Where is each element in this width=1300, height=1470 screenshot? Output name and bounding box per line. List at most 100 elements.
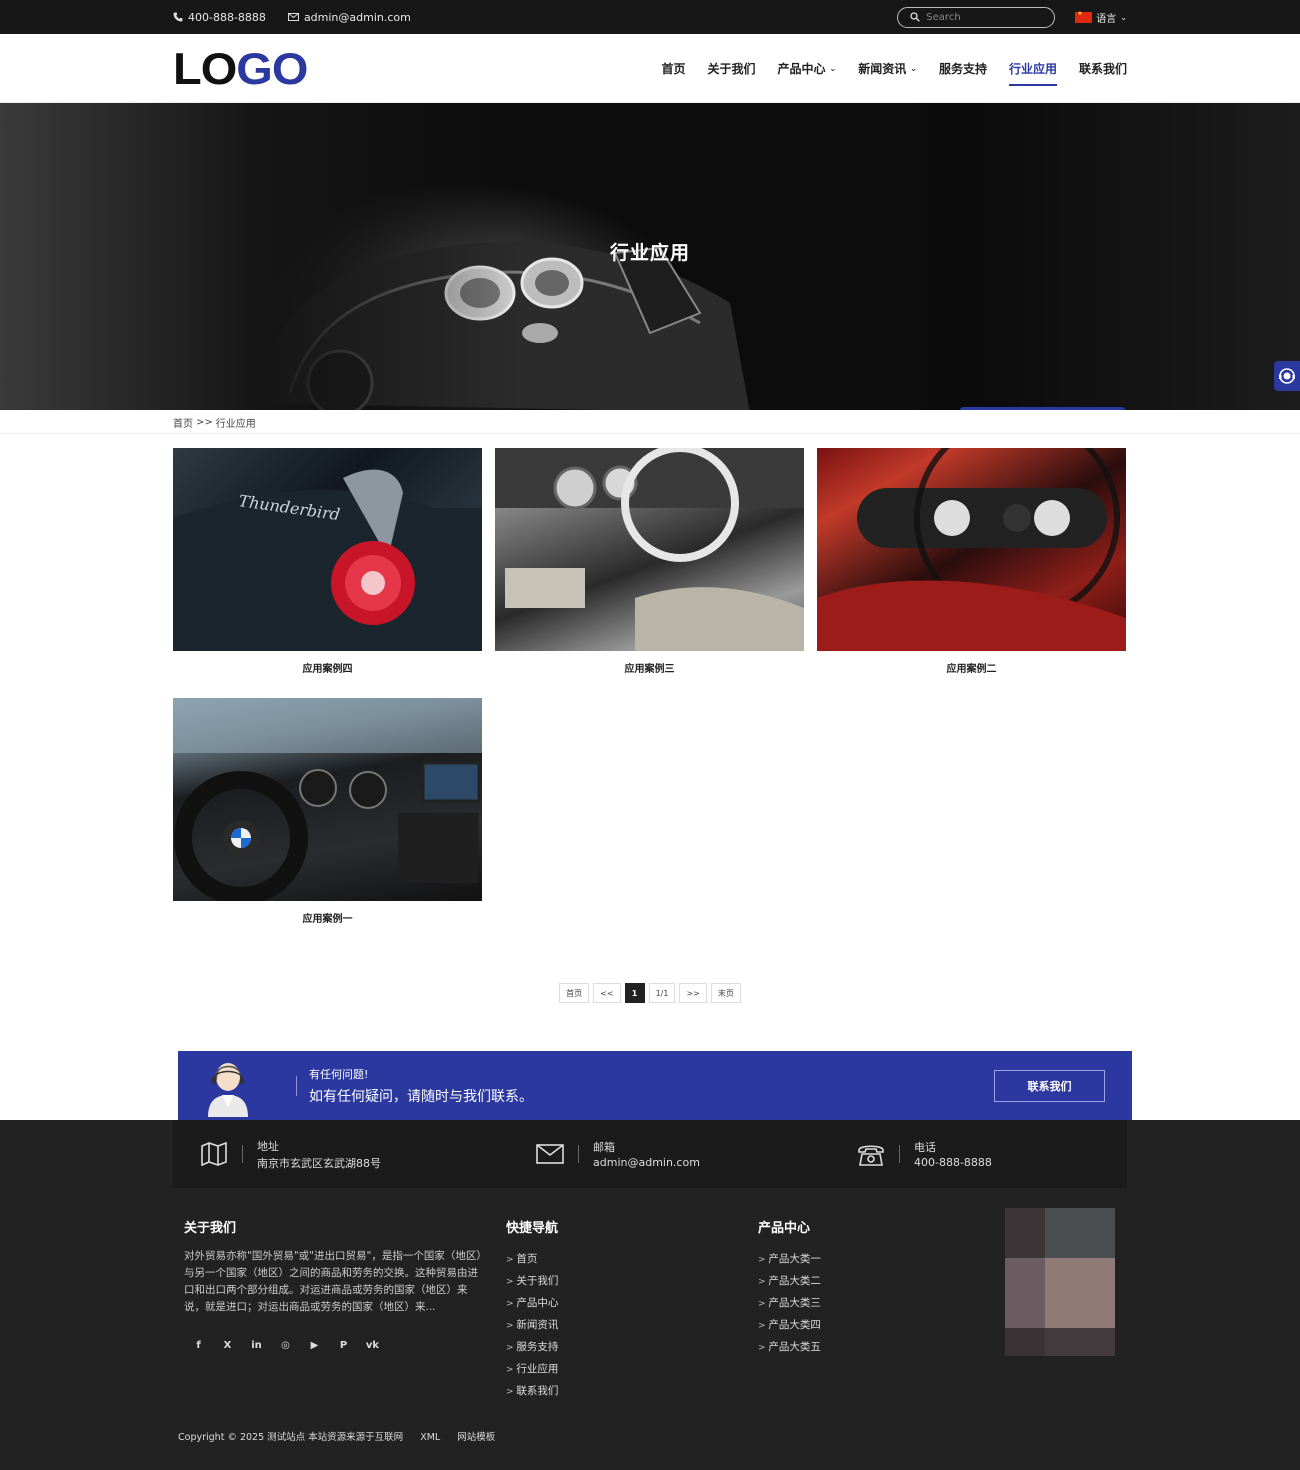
page-next[interactable]: >> <box>679 983 707 1003</box>
nav-item-support[interactable]: 服务支持 <box>939 34 987 103</box>
cta-message: 如有任何疑问，请随时与我们联系。 <box>309 1088 533 1105</box>
page-current[interactable]: 1 <box>624 983 645 1003</box>
page-last[interactable]: 末页 <box>710 983 741 1003</box>
case-title[interactable]: 应用案例二 <box>817 651 1126 683</box>
info-divider <box>899 1145 900 1163</box>
page-banner: 行业应用 <box>0 103 1300 410</box>
case-image[interactable] <box>495 448 804 651</box>
footer-about: 关于我们 对外贸易亦称"国外贸易"或"进出口贸易"，是指一个国家（地区）与另一个… <box>184 1217 484 1351</box>
address-value: 南京市玄武区玄武湖88号 <box>257 1156 381 1170</box>
phone-icon <box>173 12 183 22</box>
chevron-down-icon: ⌄ <box>910 64 917 73</box>
search-placeholder: Search <box>926 11 961 23</box>
nav-label: 首页 <box>661 62 686 76</box>
logo-text-right: GO <box>236 43 308 94</box>
footer-product-link[interactable]: 产品大类三 <box>758 1292 821 1314</box>
search-input[interactable]: Search <box>897 6 1056 28</box>
language-switcher[interactable]: 语言 ⌄ <box>1075 10 1127 25</box>
footer-product-link[interactable]: 产品大类二 <box>758 1270 821 1292</box>
site-footer: 地址 南京市玄武区玄武湖88号 邮箱 admin@admin.com 电话 40… <box>0 1120 1300 1470</box>
nav-label: 行业应用 <box>1008 62 1057 76</box>
nav-item-industry[interactable]: 行业应用 <box>1008 34 1057 103</box>
footer-quick-title: 快捷导航 <box>506 1221 559 1236</box>
breadcrumb: 首页 >> 行业应用 <box>0 410 1300 434</box>
nav-label: 联系我们 <box>1078 62 1127 76</box>
pagination: 首页 << 1 1/1 >> 末页 <box>173 983 1127 1003</box>
chevron-down-icon: ⌄ <box>1120 12 1127 22</box>
mail-icon <box>287 13 299 21</box>
online-service-button[interactable] <box>1274 361 1300 391</box>
case-image[interactable]: Thunderbird <box>173 448 482 651</box>
copyright-text: Copyright © 2025 测试站点 本站资源来源于互联网 <box>178 1432 404 1443</box>
topbar-email-text: admin@admin.com <box>303 10 411 24</box>
nav-item-contact[interactable]: 联系我们 <box>1079 34 1127 103</box>
footer-link-home[interactable]: 首页 <box>506 1248 558 1270</box>
footer-contact-bar: 地址 南京市玄武区玄武湖88号 邮箱 admin@admin.com 电话 40… <box>173 1120 1127 1188</box>
pinterest-icon[interactable]: P <box>329 1340 358 1351</box>
contact-us-button[interactable]: 联系我们 <box>994 1069 1105 1102</box>
cta-question: 有任何问题! <box>309 1067 369 1081</box>
bmw-interior-photo <box>173 698 482 901</box>
case-card[interactable]: 应用案例三 <box>495 448 804 683</box>
footer-about-text: 对外贸易亦称"国外贸易"或"进出口贸易"，是指一个国家（地区）与另一个国家（地区… <box>184 1250 482 1313</box>
nav-item-products[interactable]: 产品中心 ⌄ <box>778 34 837 103</box>
linkedin-icon[interactable]: in <box>242 1340 271 1351</box>
footer-link-news[interactable]: 新闻资讯 <box>506 1314 558 1336</box>
case-title[interactable]: 应用案例三 <box>495 651 804 683</box>
footer-quick-nav: 快捷导航 首页 关于我们 产品中心 新闻资讯 服务支持 行业应用 联系我们 <box>506 1217 558 1402</box>
info-divider <box>578 1145 579 1163</box>
footer-product-link[interactable]: 产品大类五 <box>758 1336 821 1358</box>
case-grid: Thunderbird 应用案例四 应用案例三 应用案例二 应用案例一 <box>173 448 1127 933</box>
footer-columns: 关于我们 对外贸易亦称"国外贸易"或"进出口贸易"，是指一个国家（地区）与另一个… <box>173 1188 1127 1418</box>
footer-phone: 电话 400-888-8888 <box>809 1139 1127 1169</box>
qr-code-image <box>1005 1208 1115 1356</box>
case-card[interactable]: 应用案例二 <box>817 448 1126 683</box>
cta-text: 有任何问题! 如有任何疑问，请随时与我们联系。 <box>309 1066 533 1106</box>
nav-item-home[interactable]: 首页 <box>661 34 685 103</box>
mail-icon <box>536 1144 564 1164</box>
nav-label: 关于我们 <box>707 62 756 76</box>
email-label: 邮箱 <box>593 1141 615 1154</box>
page-first[interactable]: 首页 <box>559 983 590 1003</box>
xml-link[interactable]: XML <box>420 1432 440 1443</box>
address-label: 地址 <box>257 1139 279 1153</box>
template-link[interactable]: 网站模板 <box>457 1432 495 1443</box>
footer-link-support[interactable]: 服务支持 <box>506 1336 558 1358</box>
case-title[interactable]: 应用案例一 <box>173 901 482 933</box>
case-card[interactable]: 应用案例一 <box>173 698 482 933</box>
site-header: LOGO 首页 关于我们 产品中心 ⌄ 新闻资讯 ⌄ 服务支持 行业应用 联系我们 <box>0 34 1300 103</box>
breadcrumb-current: 行业应用 <box>215 418 256 430</box>
facebook-icon[interactable]: f <box>184 1340 213 1351</box>
banner-title: 行业应用 <box>609 242 690 264</box>
breadcrumb-home[interactable]: 首页 <box>173 415 193 430</box>
phone-label: 电话 <box>914 1141 936 1154</box>
case-card[interactable]: Thunderbird 应用案例四 <box>173 448 482 683</box>
vk-icon[interactable]: vk <box>358 1340 387 1351</box>
china-flag-icon <box>1075 10 1093 23</box>
page-prev[interactable]: << <box>593 983 621 1003</box>
page-info: 1/1 <box>648 983 676 1003</box>
red-classic-car-photo <box>817 448 1126 651</box>
nav-item-news[interactable]: 新闻资讯 ⌄ <box>858 34 917 103</box>
case-image[interactable] <box>817 448 1126 651</box>
main-nav: 首页 关于我们 产品中心 ⌄ 新闻资讯 ⌄ 服务支持 行业应用 联系我们 <box>639 34 1127 103</box>
footer-link-about[interactable]: 关于我们 <box>506 1270 558 1292</box>
youtube-icon[interactable]: ▶ <box>300 1340 329 1351</box>
email-value[interactable]: admin@admin.com <box>593 1156 700 1169</box>
top-bar: 400-888-8888 admin@admin.com Search 语言 ⌄ <box>0 0 1300 34</box>
footer-link-products[interactable]: 产品中心 <box>506 1292 558 1314</box>
case-image[interactable] <box>173 698 482 901</box>
instagram-icon[interactable]: ◎ <box>271 1340 300 1351</box>
nav-item-about[interactable]: 关于我们 <box>708 34 756 103</box>
logo-text-left: LO <box>173 43 237 94</box>
footer-link-industry[interactable]: 行业应用 <box>506 1358 558 1380</box>
phone-value: 400-888-8888 <box>914 1156 992 1169</box>
footer-link-contact[interactable]: 联系我们 <box>506 1380 558 1402</box>
topbar-email[interactable]: admin@admin.com <box>287 10 411 24</box>
footer-product-link[interactable]: 产品大类一 <box>758 1248 821 1270</box>
site-logo[interactable]: LOGO <box>173 43 308 94</box>
case-title[interactable]: 应用案例四 <box>173 651 482 683</box>
nav-label: 产品中心 <box>777 62 826 76</box>
x-twitter-icon[interactable]: X <box>213 1340 242 1351</box>
footer-product-link[interactable]: 产品大类四 <box>758 1314 821 1336</box>
